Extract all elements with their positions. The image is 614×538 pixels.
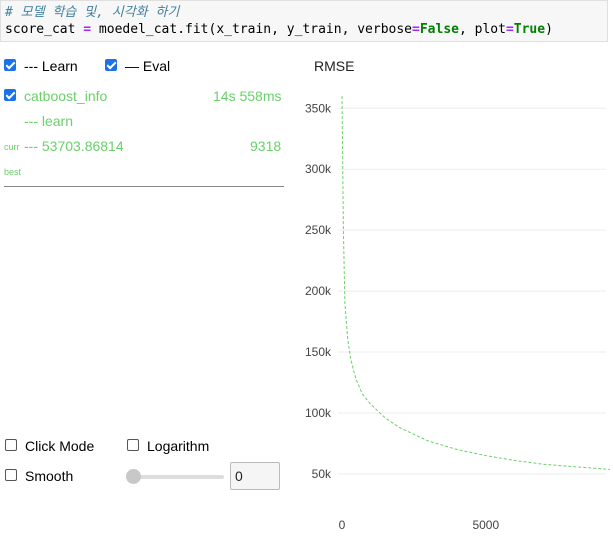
true-keyword: True [513,22,546,37]
run-name: catboost_info [24,88,108,104]
smooth-slider-thumb[interactable] [126,469,141,484]
x-axis-ticks: 0 5000 [339,518,500,532]
false-keyword: False [419,22,459,37]
logarithm-checkbox[interactable] [127,439,139,451]
run-elapsed-time: 14s 558ms [213,88,282,104]
y-tick-label: 300k [305,162,332,176]
y-tick-label: 100k [305,406,332,420]
series-label: --- learn [24,113,74,129]
smooth-label: Smooth [25,468,74,484]
y-tick-label: 350k [305,101,332,115]
curr-iteration: 9318 [250,138,282,154]
learn-checkbox[interactable] [4,59,16,71]
best-label: best [4,167,22,177]
y-tick-label: 50k [312,467,332,481]
assign-operator: = [505,22,514,37]
chart-grid [338,107,606,475]
assign-operator: = [83,22,92,37]
y-axis-ticks: 50k 100k 150k 200k 250k 300k 350k [305,101,332,481]
curr-label: curr [4,142,20,152]
assign-operator: = [412,22,420,37]
code-comment-line: # 모델 학습 및, 시각화 하기 [5,4,607,21]
run-checkbox[interactable] [4,89,16,101]
click-mode-checkbox[interactable] [5,439,17,451]
code-segment: , plot [458,22,506,37]
y-tick-label: 150k [305,345,332,359]
code-segment: ) [545,22,553,37]
y-tick-label: 200k [305,284,332,298]
eval-checkbox[interactable] [105,59,117,71]
x-tick-label: 5000 [472,518,499,532]
logarithm-label: Logarithm [147,438,210,454]
learn-legend-label: --- Learn [24,58,78,74]
chart-title: RMSE [314,58,354,74]
code-segment: score_cat [5,22,84,37]
smooth-checkbox[interactable] [5,469,17,481]
rmse-chart[interactable]: RMSE 50k 100k 150k 200k 250k 300k 350k 0 5000 [290,50,610,538]
code-segment: moedel_cat.fit(x_train, y_train, verbose [91,22,413,37]
code-cell[interactable]: # 모델 학습 및, 시각화 하기 score_cat = moedel_cat… [0,0,608,42]
smooth-slider-track[interactable] [132,475,224,479]
y-tick-label: 250k [305,223,332,237]
curr-value: --- 53703.86814 [24,138,124,154]
click-mode-label: Click Mode [25,438,95,454]
code-comment: # 모델 학습 및, 시각화 하기 [5,5,180,20]
x-tick-label: 0 [339,518,346,532]
code-statement-line: score_cat = moedel_cat.fit(x_train, y_tr… [5,21,607,38]
eval-legend-label: — Eval [125,58,171,74]
smooth-value-input[interactable] [230,462,280,490]
divider [4,186,284,187]
